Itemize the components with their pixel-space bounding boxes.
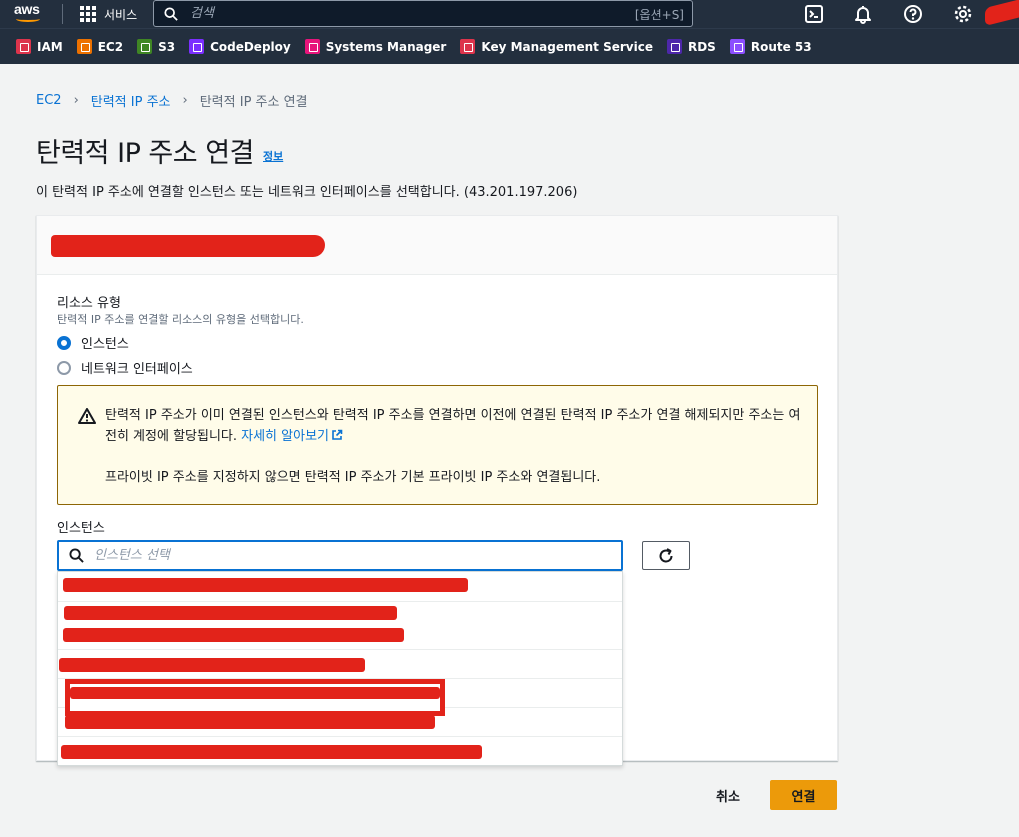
favorite-label: S3: [158, 39, 176, 54]
bell-icon[interactable]: [853, 4, 873, 24]
resource-type-description: 탄력적 IP 주소를 연결할 리소스의 유형을 선택합니다.: [57, 313, 304, 326]
global-search[interactable]: [옵션+S]: [153, 0, 693, 27]
favorite-iam[interactable]: IAM: [16, 39, 63, 54]
service-icon: [189, 39, 205, 54]
breadcrumb-current: 탄력적 IP 주소 연결: [199, 95, 308, 110]
redacted-text: [70, 687, 440, 699]
services-menu-button[interactable]: 서비스: [80, 4, 137, 24]
redacted-header: [51, 235, 325, 257]
favorite-label: Key Management Service: [481, 39, 653, 54]
radio-instance[interactable]: 인스턴스: [57, 333, 129, 352]
alert-text-2: 프라이빗 IP 주소를 지정하지 않으면 탄력적 IP 주소가 기본 프라이빗 …: [105, 470, 601, 485]
redacted-text: [61, 745, 482, 759]
favorite-s3[interactable]: S3: [137, 39, 175, 54]
instance-option[interactable]: [58, 737, 622, 766]
card-header: [37, 216, 837, 275]
grid-icon: [80, 6, 96, 22]
help-icon[interactable]: [903, 4, 923, 24]
chevron-right-icon: ›: [73, 93, 79, 108]
redacted-text: [65, 715, 435, 729]
search-icon: [164, 6, 178, 21]
nav-divider: [62, 4, 63, 24]
breadcrumb-ec2[interactable]: EC2: [36, 93, 62, 108]
external-link-icon: [332, 429, 343, 440]
favorites-bar: IAM EC2 S3 CodeDeploy Systems Manager Key Man…: [0, 28, 1019, 64]
instance-option[interactable]: [58, 679, 622, 716]
instance-label: 인스턴스: [57, 521, 105, 536]
service-icon: [729, 39, 745, 54]
page-title: 탄력적 IP 주소 연결: [36, 138, 254, 169]
favorite-ec2[interactable]: EC2: [76, 39, 124, 54]
favorite-rds[interactable]: RDS: [666, 39, 716, 54]
top-navigation: aws 서비스 [옵션+S]: [0, 0, 1019, 28]
breadcrumb: EC2 › 탄력적 IP 주소 › 탄력적 IP 주소 연결: [36, 91, 308, 110]
redacted-text: [63, 578, 468, 592]
search-icon: [69, 548, 84, 563]
favorite-key-management-service[interactable]: Key Management Service: [460, 39, 653, 54]
aws-smile-icon: [16, 16, 40, 22]
service-icon: [16, 39, 31, 54]
chevron-right-icon: ›: [182, 93, 188, 108]
instance-option[interactable]: [58, 708, 622, 737]
service-icon: [76, 39, 92, 54]
radio-instance-label: 인스턴스: [81, 337, 129, 352]
favorite-label: EC2: [97, 39, 124, 54]
breadcrumb-elastic-ip[interactable]: 탄력적 IP 주소: [91, 91, 171, 110]
favorite-label: IAM: [37, 39, 63, 54]
gear-icon[interactable]: [953, 4, 973, 24]
favorite-label: Systems Manager: [325, 39, 447, 54]
page-description: 이 탄력적 IP 주소에 연결할 인스턴스 또는 네트워크 인터페이스를 선택합…: [36, 185, 578, 200]
aws-logo-text: aws: [14, 1, 40, 17]
service-icon: [304, 39, 320, 54]
resource-type-label: 리소스 유형: [57, 296, 121, 311]
services-label: 서비스: [104, 7, 138, 22]
warning-alert: 탄력적 IP 주소가 이미 연결된 인스턴스와 탄력적 IP 주소를 연결하면 …: [57, 385, 818, 505]
cloudshell-icon[interactable]: [804, 4, 824, 24]
redacted-account: [985, 0, 1019, 26]
refresh-icon: [659, 547, 673, 562]
associate-card: 리소스 유형 탄력적 IP 주소를 연결할 리소스의 유형을 선택합니다. 인스…: [36, 215, 838, 766]
learn-more-link[interactable]: 자세히 알아보기: [241, 429, 343, 444]
alert-message: 탄력적 IP 주소가 이미 연결된 인스턴스와 탄력적 IP 주소를 연결하면 …: [105, 408, 801, 444]
favorite-systems-manager[interactable]: Systems Manager: [304, 39, 447, 54]
service-icon: [137, 39, 153, 54]
favorite-route-53[interactable]: Route 53: [729, 39, 812, 54]
instance-select[interactable]: [57, 540, 623, 571]
redacted-text: [59, 658, 365, 672]
instance-option[interactable]: [58, 572, 622, 602]
instance-option[interactable]: [58, 650, 622, 679]
service-icon: [666, 39, 682, 54]
favorite-label: RDS: [687, 39, 716, 54]
instance-dropdown: [57, 571, 623, 766]
favorite-codedeploy[interactable]: CodeDeploy: [189, 39, 291, 54]
aws-logo[interactable]: aws: [14, 1, 46, 25]
refresh-button[interactable]: [642, 541, 690, 570]
service-icon: [460, 39, 476, 54]
global-search-input[interactable]: [190, 6, 610, 21]
favorite-label: Route 53: [750, 39, 812, 54]
radio-unselected-icon: [57, 360, 71, 375]
redacted-text: [63, 628, 404, 642]
cancel-button[interactable]: 취소: [700, 782, 756, 808]
info-link[interactable]: 정보: [263, 148, 283, 164]
connect-button[interactable]: 연결: [770, 780, 837, 810]
search-shortcut-hint: [옵션+S]: [634, 8, 684, 22]
radio-network-interface[interactable]: 네트워크 인터페이스: [57, 358, 193, 377]
instance-option[interactable]: [58, 602, 622, 650]
radio-selected-icon: [57, 335, 71, 350]
radio-network-interface-label: 네트워크 인터페이스: [81, 362, 193, 377]
favorite-label: CodeDeploy: [210, 39, 291, 54]
redacted-text: [64, 606, 397, 620]
warning-icon: [78, 408, 96, 424]
learn-more-label: 자세히 알아보기: [241, 429, 329, 444]
instance-search-input[interactable]: [94, 548, 594, 563]
alert-text-1: 탄력적 IP 주소가 이미 연결된 인스턴스와 탄력적 IP 주소를 연결하면 …: [105, 405, 805, 447]
